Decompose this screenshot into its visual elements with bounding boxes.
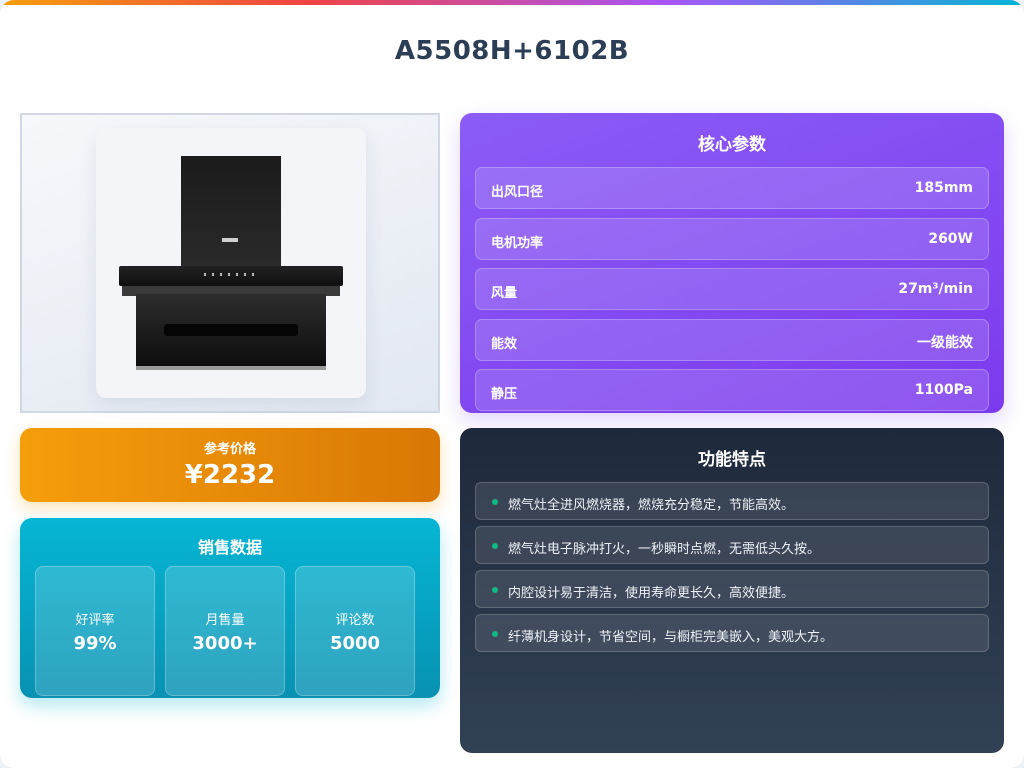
core-specs-card: 核心参数 出风口径 185mm 电机功率 260W 风量 27m³/min 能效… [460, 113, 1004, 413]
air-intake-slot [164, 324, 298, 336]
range-hood-top [119, 266, 343, 286]
feature-text: 燃气灶电子脉冲打火，一秒瞬时点燃，无需低头久按。 [508, 542, 821, 557]
feature-text: 内腔设计易于清洁，使用寿命更长久，高效便捷。 [508, 586, 795, 601]
spec-value: 260W [928, 231, 973, 247]
spec-row-energy-efficiency: 能效 一级能效 [475, 319, 989, 361]
features-card: 功能特点 燃气灶全进风燃烧器，燃烧充分稳定，节能高效。 燃气灶电子脉冲打火，一秒… [460, 428, 1004, 753]
spec-value: 185mm [914, 180, 973, 196]
feature-item: 内腔设计易于清洁，使用寿命更长久，高效便捷。 [475, 570, 989, 608]
top-gradient-bar [0, 0, 1024, 5]
spec-label: 电机功率 [491, 236, 544, 251]
stat-label: 月售量 [205, 613, 245, 628]
features-title: 功能特点 [698, 450, 766, 470]
product-card: A5508H+6102B 参考价格 ¥2232 销售数据 好评率 99% 月售量… [0, 0, 1024, 768]
bullet-dot-icon [492, 631, 498, 637]
stat-value: 5000 [329, 633, 381, 654]
feature-item: 纤薄机身设计，节省空间，与橱柜完美嵌入，美观大方。 [475, 614, 989, 652]
range-hood-chimney [181, 156, 281, 268]
bullet-dot-icon [492, 587, 498, 593]
bullet-dot-icon [492, 543, 498, 549]
feature-item: 燃气灶全进风燃烧器，燃烧充分稳定，节能高效。 [475, 482, 989, 520]
range-hood-base-trim [136, 366, 326, 370]
page-title: A5508H+6102B [394, 36, 630, 66]
price-card: 参考价格 ¥2232 [20, 428, 440, 502]
feature-text: 燃气灶全进风燃烧器，燃烧充分稳定，节能高效。 [508, 498, 795, 513]
product-image-panel [20, 113, 440, 413]
spec-label: 能效 [491, 337, 518, 352]
price-label: 参考价格 [203, 442, 256, 457]
sales-card: 销售数据 好评率 99% 月售量 3000+ 评论数 5000 [20, 518, 440, 698]
stat-label: 好评率 [75, 613, 115, 628]
product-image [96, 128, 366, 398]
spec-value: 一级能效 [917, 335, 973, 351]
bullet-dot-icon [492, 499, 498, 505]
stat-monthly-sales: 月售量 3000+ [165, 566, 285, 696]
spec-row-air-volume: 风量 27m³/min [475, 268, 989, 310]
control-buttons-strip [204, 273, 260, 276]
stat-value: 99% [73, 633, 117, 654]
brand-logo-mark [222, 238, 238, 242]
feature-item: 燃气灶电子脉冲打火，一秒瞬时点燃，无需低头久按。 [475, 526, 989, 564]
spec-row-outlet-diameter: 出风口径 185mm [475, 167, 989, 209]
spec-label: 静压 [491, 387, 518, 402]
specs-title: 核心参数 [698, 135, 766, 155]
stat-value: 3000+ [192, 633, 258, 654]
spec-value: 1100Pa [914, 382, 973, 398]
spec-row-motor-power: 电机功率 260W [475, 218, 989, 260]
price-value: ¥2232 [184, 460, 276, 490]
stat-positive-rate: 好评率 99% [35, 566, 155, 696]
stat-label: 评论数 [335, 613, 375, 628]
feature-text: 纤薄机身设计，节省空间，与橱柜完美嵌入，美观大方。 [508, 630, 834, 645]
spec-row-static-pressure: 静压 1100Pa [475, 369, 989, 411]
sales-title: 销售数据 [197, 538, 262, 557]
stat-review-count: 评论数 5000 [295, 566, 415, 696]
spec-label: 风量 [491, 286, 518, 301]
spec-label: 出风口径 [491, 185, 544, 200]
spec-value: 27m³/min [898, 281, 973, 297]
